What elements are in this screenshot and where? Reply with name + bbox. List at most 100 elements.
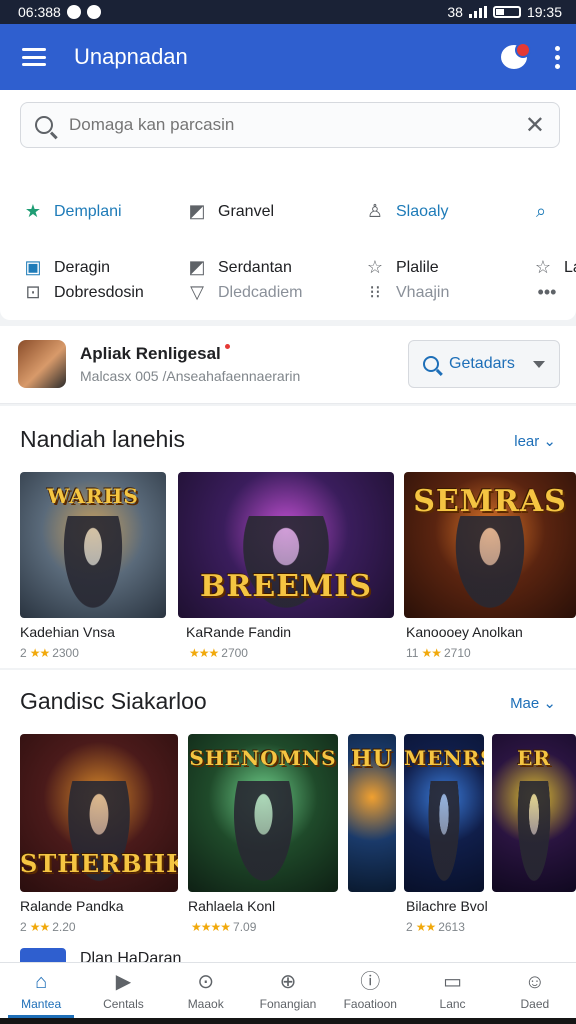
category-item[interactable]: ⊡ Dobresdosin [22,282,144,303]
clear-search-icon[interactable]: ✕ [525,111,545,140]
category-label: Dobresdosin [54,283,144,301]
section-title: Gandisc Siakarloo [20,688,207,714]
featured-app-row[interactable]: Apliak Renligesal Malcasx 005 /Anseahafa… [0,326,576,404]
person-icon: ♙ [366,201,384,221]
nav-label: Lanc [439,996,466,1011]
status-time-right: 19:35 [526,4,562,20]
info-icon: ⓘ [360,970,381,993]
add-circle-icon: ⊕ [279,970,297,993]
app-subtitle: Malcasx 005 /Anseahafaennaerarin [80,368,301,384]
nav-label: Fonangian [259,996,317,1011]
game-thumbnail: BREEMIS [178,472,394,618]
app-bar: Unapnadan [0,24,576,90]
bottom-navigation: ⌂ Mantea ▶ Centals ⊙ Maaok ⊕ Fonangian ⓘ Faoatioo… [0,962,576,1018]
home-icon: ⌂ [35,970,48,993]
nav-label: Faoatioon [343,996,397,1011]
app-title: Unapnadan [74,44,188,69]
game-title: Kadehian Vnsa [20,624,115,640]
system-nav-bar [0,1018,576,1024]
game-thumbnail: MENRS [404,734,484,892]
category-item[interactable]: ▣ Deragin [22,257,110,278]
image-icon: ▣ [24,257,42,277]
category-label: Dledcadiem [218,283,303,301]
game-thumbnail: SEMRAS [404,472,576,618]
game-title: KaRande Fandin [186,624,292,640]
section-games-2: Gandisc Siakarloo Mae ⌄ STHERBHK Ralande… [0,670,576,942]
category-item[interactable]: ♙ Slaoaly [364,201,449,222]
section-games-1: Nandiah lanehis lear ⌄ WARHS Kadehian Vn… [0,406,576,668]
game-title: Kanoooey Anolkan [406,624,523,640]
nav-item-6[interactable]: ☺ Daed [494,963,576,1018]
chat-icon[interactable] [501,42,531,69]
category-label: Granvel [218,202,275,220]
category-item[interactable]: ☆ La [532,257,576,278]
profile-icon: ☺ [524,970,546,993]
game-thumbnail: HU [348,734,396,892]
notification-icon [86,5,101,19]
game-rating: 2 ★★ 2.20 [20,920,76,934]
nav-item-2[interactable]: ⊙ Maaok [165,963,247,1018]
game-rating: ★★★ 2700 [189,646,248,660]
message-icon: ▭ [443,970,462,993]
nav-label: Centals [103,996,144,1011]
search-card: ✕ ★ Demplani ◩ Granvel ♙ Slaoaly ⌕ ▣ Der… [0,90,576,320]
get-button[interactable]: Getadars [408,340,560,388]
section-title: Nandiah lanehis [20,426,185,452]
category-label: Demplani [54,202,122,220]
status-indicators: 38 [447,4,463,20]
category-label: Serdantan [218,258,292,276]
category-label: Vhaajin [396,283,450,301]
triangle-icon: ▽ [190,282,204,302]
pin-icon: ⌕ [535,201,547,221]
section-more-link[interactable]: lear ⌄ [514,432,556,450]
more-options-icon[interactable] [555,45,560,69]
nav-label: Maaok [187,996,224,1011]
search-box[interactable]: ✕ [20,102,560,148]
get-button-label: Getadars [449,355,515,372]
game-title: Bilachre Bvol [406,898,488,914]
nav-item-4[interactable]: ⓘ Faoatioon [329,963,411,1018]
game-thumbnail: STHERBHK [20,734,178,892]
game-rating: ★★★★ 7.09 [191,920,257,934]
game-rating: 2 ★★ 2613 [406,920,465,934]
category-label: Deragin [54,258,111,276]
category-item[interactable]: ◩ Serdantan [186,257,292,278]
search-input[interactable] [69,115,525,135]
category-item[interactable]: ▽ Dledcadiem [186,282,302,303]
chevron-down-icon [533,360,545,368]
more-categories-icon[interactable]: ••• [536,282,558,303]
category-item[interactable]: ⌕ [530,201,552,222]
star-outline-icon: ☆ [534,257,552,277]
category-label: La [564,258,576,276]
game-thumbnail: ER [492,734,576,892]
game-rating: 11 ★★ 2710 [406,646,471,660]
battery-icon [492,6,521,18]
category-item[interactable]: ☆ Plalile [364,257,439,278]
nav-item-5[interactable]: ▭ Lanc [411,963,493,1018]
next-section-peek[interactable]: Dlan HaDaran [0,942,576,967]
category-label: Slaoaly [396,202,449,220]
edit-icon: ◩ [188,201,206,221]
nav-item-3[interactable]: ⊕ Fonangian [247,963,329,1018]
nav-item-0[interactable]: ⌂ Mantea [0,963,82,1018]
game-title: Rahlaela Konl [188,898,276,914]
nav-item-1[interactable]: ▶ Centals [82,963,164,1018]
play-icon: ▶ [115,970,132,993]
category-item[interactable]: ⁝⁝ Vhaajin [364,282,449,303]
app-name: Apliak Renligesal [80,344,230,364]
section-more-link[interactable]: Mae ⌄ [510,694,556,712]
nav-label: Mantea [21,996,62,1011]
window-icon: ⊡ [25,282,41,302]
star-outline-icon: ☆ [366,257,384,277]
category-item[interactable]: ◩ Granvel [186,201,274,222]
category-label: Plalile [396,258,439,276]
status-bar: 06:388 38 19:35 [0,0,576,24]
grid-icon: ⁝⁝ [369,282,381,302]
nav-label: Daed [520,996,550,1011]
menu-icon[interactable] [22,48,46,66]
game-rating: 2 ★★ 2300 [20,646,79,660]
game-title: Ralande Pandka [20,898,124,914]
app-avatar [18,340,66,388]
game-thumbnail: SHENOMNS [188,734,338,892]
category-item[interactable]: ★ Demplani [22,201,122,222]
